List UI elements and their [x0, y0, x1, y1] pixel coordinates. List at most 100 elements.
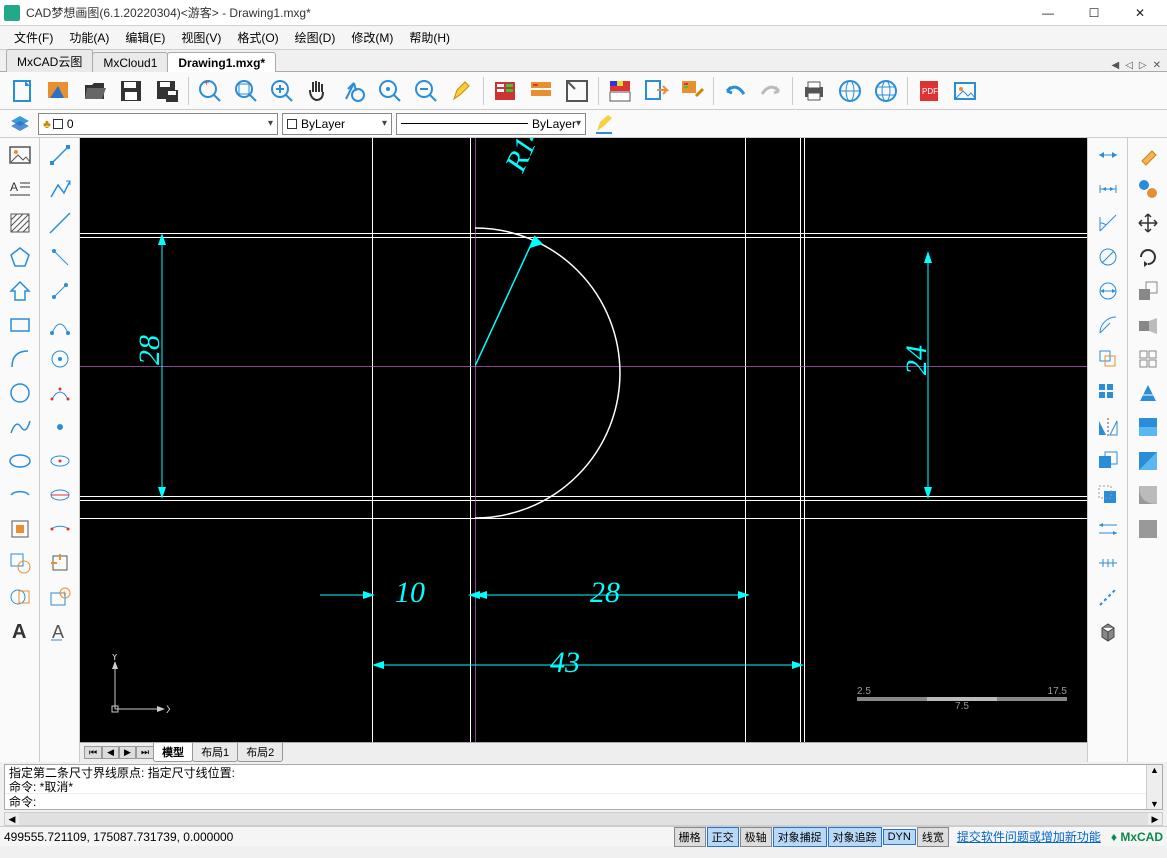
rectangle-tool[interactable]: [0, 308, 39, 342]
pan-button[interactable]: [301, 75, 335, 107]
arc-tool[interactable]: [0, 342, 39, 376]
color-select[interactable]: ByLayer▾: [282, 113, 392, 135]
layer-manager-button[interactable]: [6, 112, 34, 136]
menu-modify[interactable]: 修改(M): [343, 27, 401, 48]
ins2-tool[interactable]: +: [40, 580, 79, 614]
ellipse-tool[interactable]: [0, 444, 39, 478]
dim-angular-tool[interactable]: [1088, 206, 1127, 240]
command-line[interactable]: 命令:: [5, 793, 1162, 809]
linetype-select[interactable]: ByLayer▾: [396, 113, 586, 135]
toggle-ortho[interactable]: 正交: [707, 827, 739, 847]
web-button[interactable]: [833, 75, 867, 107]
layout-tab[interactable]: 布局2: [237, 743, 283, 762]
drawing-canvas[interactable]: R14 28 24 10 28 43 XY 2.517.5 7: [80, 138, 1087, 742]
ellipse-arc-tool[interactable]: [0, 478, 39, 512]
toggle-grid[interactable]: 栅格: [674, 827, 706, 847]
dim-rad-tool[interactable]: [1088, 308, 1127, 342]
highlight-button[interactable]: [445, 75, 479, 107]
zoom-window-button[interactable]: [229, 75, 263, 107]
menu-view[interactable]: 视图(V): [173, 27, 229, 48]
file-tab[interactable]: MxCloud1: [92, 52, 168, 72]
dim-dia-tool[interactable]: [1088, 274, 1127, 308]
zoom-center-button[interactable]: [373, 75, 407, 107]
redo-button[interactable]: [754, 75, 788, 107]
layer-iso-button[interactable]: [524, 75, 558, 107]
arc5-tool[interactable]: [40, 308, 79, 342]
move-mod-tool[interactable]: [1088, 478, 1127, 512]
new-file-button[interactable]: [6, 75, 40, 107]
lineweight-button[interactable]: [590, 112, 618, 136]
xline-tool[interactable]: [40, 206, 79, 240]
tab-next[interactable]: ▶: [119, 746, 136, 759]
model-tab[interactable]: 模型: [153, 743, 193, 762]
ccirc-tool[interactable]: [40, 342, 79, 376]
chamfer-tool[interactable]: [1128, 512, 1167, 546]
menu-format[interactable]: 格式(O): [229, 27, 286, 48]
dim-line-tool[interactable]: [1088, 580, 1127, 614]
tab-last[interactable]: ⏭: [136, 746, 154, 759]
pdf-button[interactable]: PDF: [912, 75, 946, 107]
grad-tool[interactable]: [1128, 444, 1167, 478]
image-button[interactable]: [948, 75, 982, 107]
toggle-dyn[interactable]: DYN: [883, 829, 916, 845]
feedback-link[interactable]: 提交软件问题或增加新功能: [957, 828, 1101, 845]
file-tab[interactable]: MxCAD云图: [6, 49, 93, 72]
pt2-tool[interactable]: [40, 274, 79, 308]
grid-tool[interactable]: [1128, 342, 1167, 376]
pline-tool[interactable]: [40, 172, 79, 206]
image-tool[interactable]: [0, 138, 39, 172]
region2-tool[interactable]: [0, 580, 39, 614]
print-button[interactable]: [797, 75, 831, 107]
open-button[interactable]: [78, 75, 112, 107]
save-as-button[interactable]: [150, 75, 184, 107]
toggle-osnap[interactable]: 对象捕捉: [773, 827, 827, 847]
rotate-tool[interactable]: [1128, 240, 1167, 274]
line-tool[interactable]: [40, 138, 79, 172]
copy2-tool[interactable]: [1128, 172, 1167, 206]
palette-button[interactable]: [603, 75, 637, 107]
zoom-in-button[interactable]: [265, 75, 299, 107]
cube-tool[interactable]: [1088, 614, 1127, 648]
web2-button[interactable]: [869, 75, 903, 107]
tab-first[interactable]: ⏮: [84, 746, 102, 759]
ins-tool[interactable]: [40, 546, 79, 580]
array-tool[interactable]: [1088, 376, 1127, 410]
scale-tool[interactable]: [1128, 274, 1167, 308]
properties-button[interactable]: [560, 75, 594, 107]
dim-aligned-tool[interactable]: [1088, 172, 1127, 206]
polygon-tool[interactable]: [0, 240, 39, 274]
ell3-tool[interactable]: [40, 444, 79, 478]
home-tool[interactable]: [0, 274, 39, 308]
tab-nav[interactable]: ◀◁▷✕: [1110, 60, 1164, 71]
circle-tool[interactable]: [0, 376, 39, 410]
command-hscroll[interactable]: ◀▶: [4, 812, 1163, 826]
command-input[interactable]: [40, 795, 1158, 809]
ell4-tool[interactable]: [40, 478, 79, 512]
zoom-extents-button[interactable]: +: [193, 75, 227, 107]
match-prop-button[interactable]: [639, 75, 673, 107]
layout-tab[interactable]: 布局1: [192, 743, 238, 762]
mirror-tool[interactable]: [1088, 410, 1127, 444]
dim-circle-tool[interactable]: [1088, 240, 1127, 274]
menu-edit[interactable]: 编辑(E): [117, 27, 173, 48]
minimize-button[interactable]: —: [1025, 0, 1071, 26]
menu-file[interactable]: 文件(F): [6, 27, 61, 48]
toggle-polar[interactable]: 极轴: [740, 827, 772, 847]
maximize-button[interactable]: ☐: [1071, 0, 1117, 26]
hatch-tool[interactable]: [0, 206, 39, 240]
copy-mod-tool[interactable]: [1088, 444, 1127, 478]
spline-tool[interactable]: [0, 410, 39, 444]
text-align-tool[interactable]: A: [0, 172, 39, 206]
pt1-tool[interactable]: [40, 240, 79, 274]
save-button[interactable]: [114, 75, 148, 107]
paint-button[interactable]: [675, 75, 709, 107]
layer-select[interactable]: ♣ 0 ▾: [38, 113, 278, 135]
command-scrollbar[interactable]: ▲▼: [1146, 765, 1162, 809]
import-button[interactable]: [42, 75, 76, 107]
undo-button[interactable]: [718, 75, 752, 107]
trim-tool[interactable]: [1128, 376, 1167, 410]
menu-function[interactable]: 功能(A): [61, 27, 117, 48]
file-tab[interactable]: Drawing1.mxg*: [167, 52, 276, 72]
menu-help[interactable]: 帮助(H): [401, 27, 458, 48]
zoom-scale-button[interactable]: [337, 75, 371, 107]
